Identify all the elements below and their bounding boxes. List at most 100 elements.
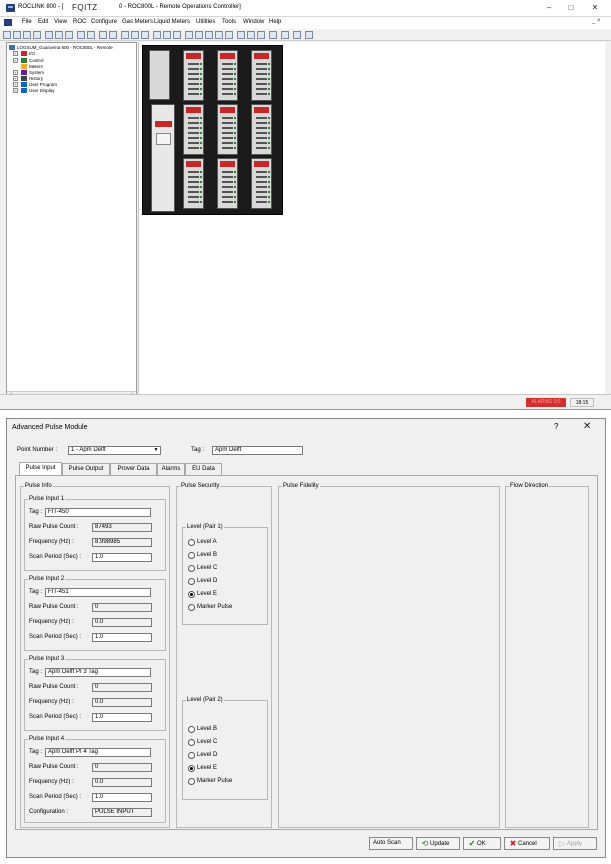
- pulse-input-2-tag-field[interactable]: FIT-451: [45, 588, 151, 597]
- zoom-in-icon[interactable]: [99, 31, 107, 39]
- maximize-button[interactable]: □: [560, 1, 582, 15]
- meter-icon[interactable]: [121, 31, 129, 39]
- radio-pair2-level-d[interactable]: Level D: [188, 751, 217, 759]
- alarm-icon[interactable]: [215, 31, 223, 39]
- radio-pair1-level-a[interactable]: Level A: [188, 538, 217, 546]
- mdi-controls[interactable]: _ ×: [592, 18, 601, 24]
- menu-window[interactable]: Window: [243, 19, 264, 25]
- radio-pair2-level-c[interactable]: Level C: [188, 738, 217, 746]
- disconnect-icon[interactable]: [87, 31, 95, 39]
- tab-pulse-input[interactable]: Pulse Input: [19, 462, 62, 475]
- pulse-input-4-scan-period[interactable]: 1.0: [92, 793, 152, 802]
- cut-icon[interactable]: [33, 31, 41, 39]
- io-module-slot[interactable]: [217, 158, 238, 209]
- cancel-button[interactable]: ✖ Cancel: [504, 837, 550, 850]
- dialog-close-button[interactable]: ✕: [583, 421, 591, 432]
- display-icon[interactable]: [257, 31, 265, 39]
- radio-pair1-marker-pulse[interactable]: Marker Pulse: [188, 603, 232, 611]
- menu-configure[interactable]: Configure: [91, 19, 117, 25]
- io-module-slot[interactable]: [217, 104, 238, 155]
- expand-icon[interactable]: +: [13, 76, 18, 81]
- apply-button[interactable]: ▷ Apply: [553, 837, 597, 850]
- io-module-slot[interactable]: [217, 50, 238, 101]
- io-module-slot[interactable]: [251, 50, 272, 101]
- report-icon[interactable]: [237, 31, 245, 39]
- help-icon[interactable]: [293, 31, 301, 39]
- io-module-slot[interactable]: [251, 104, 272, 155]
- io-module-slot[interactable]: [183, 50, 204, 101]
- pulse-input-3-scan-period[interactable]: 1.0: [92, 713, 152, 722]
- flash-icon[interactable]: [185, 31, 193, 39]
- help-button[interactable]: ?: [554, 422, 558, 431]
- expand-icon[interactable]: +: [13, 88, 18, 93]
- collect-icon[interactable]: [247, 31, 255, 39]
- chart-icon[interactable]: [131, 31, 139, 39]
- chevron-down-icon[interactable]: ▼: [152, 447, 160, 454]
- minimize-button[interactable]: –: [538, 1, 560, 15]
- menu-gas-meters[interactable]: Gas Meters: [122, 19, 153, 25]
- new-icon[interactable]: [3, 31, 11, 39]
- tag-field[interactable]: Apm Delft: [212, 446, 303, 455]
- trend-icon[interactable]: [141, 31, 149, 39]
- alarm-indicator[interactable]: ALARMS 0/0: [526, 398, 566, 407]
- radio-pair2-level-e[interactable]: Level E: [188, 764, 217, 772]
- paste-icon[interactable]: [55, 31, 63, 39]
- expand-icon[interactable]: +: [13, 82, 18, 87]
- zoom-out-icon[interactable]: [109, 31, 117, 39]
- tab-alarms[interactable]: Alarms: [157, 463, 185, 475]
- expand-icon[interactable]: +: [13, 51, 18, 56]
- document-icon[interactable]: [4, 19, 12, 26]
- power-module[interactable]: [149, 50, 170, 100]
- copy-icon[interactable]: [45, 31, 53, 39]
- clock-icon[interactable]: [195, 31, 203, 39]
- radio-pair1-level-c[interactable]: Level C: [188, 564, 217, 572]
- program-icon[interactable]: [269, 31, 277, 39]
- save-icon[interactable]: [23, 31, 31, 39]
- pulse-input-1-scan-period[interactable]: 1.0: [92, 553, 152, 562]
- status-led: [234, 122, 236, 124]
- point-number-select[interactable]: 1 - Apm Delft ▼: [68, 446, 161, 455]
- menu-roc[interactable]: ROC: [73, 19, 86, 25]
- radio-pair2-level-b[interactable]: Level B: [188, 725, 217, 733]
- pulse-input-3-tag-field[interactable]: Apm Delft PI 3 Tag: [45, 668, 151, 677]
- close-button[interactable]: ✕: [584, 1, 606, 15]
- tab-prover-data[interactable]: Prover Data: [110, 463, 157, 475]
- event-icon[interactable]: [225, 31, 233, 39]
- radio-pair1-level-d[interactable]: Level D: [188, 577, 217, 585]
- menu-tools[interactable]: Tools: [222, 19, 236, 25]
- expand-icon[interactable]: +: [13, 58, 18, 63]
- whats-this-icon[interactable]: [305, 31, 313, 39]
- radio-pair1-level-e[interactable]: Level E: [188, 590, 217, 598]
- io-module-slot[interactable]: [183, 104, 204, 155]
- connect-icon[interactable]: [77, 31, 85, 39]
- open-icon[interactable]: [13, 31, 21, 39]
- radio-pair2-marker-pulse[interactable]: Marker Pulse: [188, 777, 232, 785]
- menu-edit[interactable]: Edit: [38, 19, 48, 25]
- pulse-input-2-scan-period[interactable]: 1.0: [92, 633, 152, 642]
- io-icon[interactable]: [153, 31, 161, 39]
- menu-help[interactable]: Help: [269, 19, 281, 25]
- grid-icon[interactable]: [281, 31, 289, 39]
- expand-icon[interactable]: +: [13, 70, 18, 75]
- tools-icon[interactable]: [173, 31, 181, 39]
- config-icon[interactable]: [163, 31, 171, 39]
- pulse-input-1-tag-field[interactable]: FIT-450: [45, 508, 151, 517]
- io-module-slot[interactable]: [183, 158, 204, 209]
- tab-pulse-output[interactable]: Pulse Output: [62, 463, 110, 475]
- pulse-input-4-tag-field[interactable]: Apm Delft PI 4 Tag: [45, 748, 151, 757]
- radio-pair1-level-b[interactable]: Level B: [188, 551, 217, 559]
- menu-utilities[interactable]: Utilities: [196, 19, 215, 25]
- roc800-chassis-image[interactable]: [142, 45, 283, 215]
- auto-scan-button[interactable]: Auto Scan: [369, 837, 413, 850]
- update-button[interactable]: ⟲ Update: [416, 837, 460, 850]
- tab-eu-data[interactable]: EU Data: [185, 463, 222, 475]
- io-module-slot[interactable]: [251, 158, 272, 209]
- cpu-module[interactable]: [151, 104, 175, 212]
- history-icon[interactable]: [205, 31, 213, 39]
- ok-button[interactable]: ✔ OK: [463, 837, 501, 850]
- print-icon[interactable]: [65, 31, 73, 39]
- menu-view[interactable]: View: [54, 19, 67, 25]
- menu-file[interactable]: File: [22, 19, 32, 25]
- menu-liquid-meters[interactable]: Liquid Meters: [154, 19, 190, 25]
- system-icon: [21, 70, 27, 75]
